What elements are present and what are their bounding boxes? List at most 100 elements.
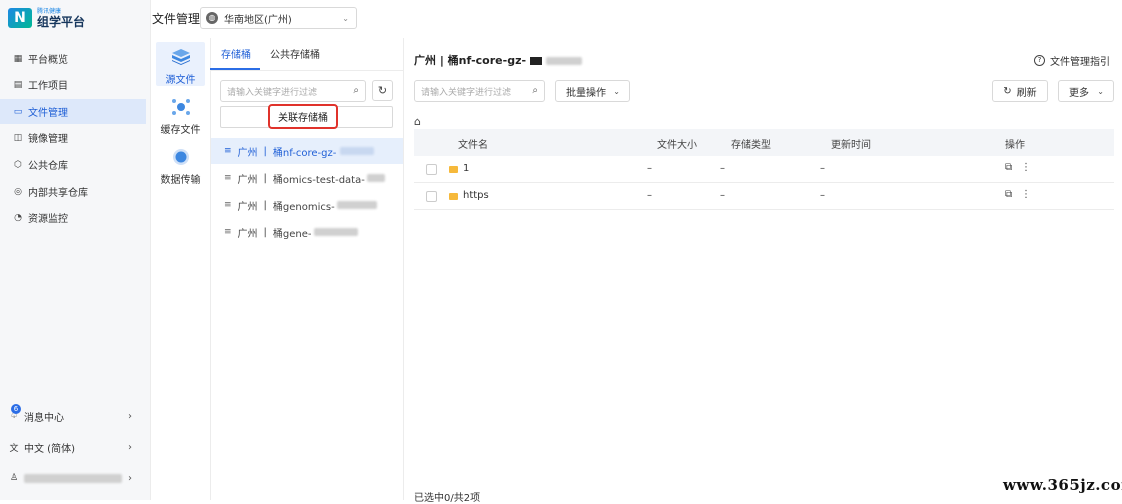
bucket-item[interactable]: ≡ 广州 | 桶genomics- [211,192,403,218]
user-account[interactable]: ♙ › [0,467,146,489]
translate-icon: 文 [9,443,19,454]
nav-cache-files[interactable]: 缓存文件 [156,92,205,136]
separator: | [263,145,267,157]
bucket-region: 广州 [237,228,258,240]
folder-icon: ▭ [13,106,23,117]
nav-data-transfer[interactable]: 数据传输 [156,142,205,186]
refresh-label: 刷新 [1016,87,1037,99]
sidebar-item-images[interactable]: ◫ 镜像管理 [0,125,146,150]
image-icon: ◫ [13,132,23,143]
more-vertical-icon[interactable]: ⋮ [1021,189,1031,200]
cache-files-icon [171,99,190,115]
sidebar-item-label: 内部共享仓库 [28,188,88,199]
bucket-search-placeholder: 请输入关键字进行过滤 [227,87,318,98]
message-center[interactable]: ♤ 消息中心 › [0,405,146,427]
bucket-region: 广州 [237,201,258,213]
sidebar-item-label: 公共仓库 [28,161,68,172]
breadcrumb-text: 广州 | 桶nf-core-gz- [414,54,527,67]
file-name[interactable]: https [463,190,489,201]
home-icon[interactable]: ⌂ [414,115,421,128]
copy-icon[interactable]: ⧉ [1005,189,1012,200]
user-icon: ♙ [9,473,19,483]
bucket-name: 桶omics-test-data- [272,174,365,186]
help-icon: ? [1034,55,1045,66]
batch-actions-label: 批量操作 [566,87,606,99]
sidebar-item-label: 文件管理 [28,108,68,119]
tab-public-buckets[interactable]: 公共存储桶 [270,46,320,61]
file-name[interactable]: 1 [463,163,469,174]
sidebar-item-internal-repo[interactable]: ◎ 内部共享仓库 [0,179,146,204]
database-icon: ≡ [224,200,232,210]
file-search-input[interactable]: 请输入关键字进行过滤 ⌕ [414,80,545,102]
batch-actions-dropdown[interactable]: 批量操作 ⌄ [555,80,630,102]
chevron-down-icon: ⌄ [613,86,620,96]
watermark: www.365jz.com [1003,476,1122,494]
database-icon: ≡ [224,173,232,183]
sidebar-item-overview[interactable]: ▦ 平台概览 [0,46,146,71]
refresh-icon: ↻ [377,84,388,97]
breadcrumb: 广州 | 桶nf-core-gz- [414,52,583,68]
bucket-refresh-button[interactable]: ↻ [372,80,393,101]
link-bucket-button[interactable]: 关联存储桶 [268,104,338,129]
row-checkbox[interactable] [426,191,437,202]
sidebar-item-files[interactable]: ▭ 文件管理 [0,99,146,124]
chevron-right-icon: › [128,410,132,422]
more-label: 更多 [1069,87,1089,99]
username-redacted [24,473,122,483]
region-select[interactable]: ◍ 华南地区(广州) ⌄ [200,7,357,29]
logo[interactable]: N 腾讯健康 组学平台 [8,8,108,30]
file-guide-label: 文件管理指引 [1050,57,1110,68]
redacted [366,174,385,182]
redacted [340,147,375,155]
source-files-icon [171,49,190,65]
refresh-icon: ↻ [1003,85,1012,97]
grid-icon: ▦ [13,53,23,64]
col-filesize: 文件大小 [657,140,697,151]
monitor-icon: ◔ [14,212,22,223]
chevron-down-icon: ⌄ [1097,86,1104,96]
separator: | [263,172,267,184]
bucket-search-input[interactable]: 请输入关键字进行过滤 ⌕ [220,80,366,102]
nav-source-files[interactable]: 源文件 [156,42,205,86]
file-guide-link[interactable]: ? 文件管理指引 [1034,53,1110,68]
chevron-down-icon: ⌄ [342,13,349,23]
message-center-label: 消息中心 [24,412,64,424]
col-filename: 文件名 [458,140,488,151]
table-row[interactable]: https – – – ⧉ ⋮ [414,183,1114,210]
file-size: – [647,163,652,174]
bucket-item[interactable]: ≡ 广州 | 桶gene- [211,219,403,245]
col-actions: 操作 [1005,140,1025,151]
folder-icon [449,166,458,173]
message-badge: 6 [11,404,21,414]
sidebar-item-monitor[interactable]: ◔ 资源监控 [0,205,146,230]
share-icon: ◎ [14,186,22,197]
tab-buckets[interactable]: 存储桶 [221,46,251,61]
bucket-item[interactable]: ≡ 广州 | 桶nf-core-gz- [211,138,403,164]
tab-divider [210,70,404,71]
redacted [336,201,377,209]
storage-type: – [720,163,725,174]
calendar-icon: ▤ [13,79,23,90]
more-dropdown[interactable]: 更多 ⌄ [1058,80,1114,102]
nav-data-transfer-label: 数据传输 [160,175,201,186]
sidebar-item-label: 工作项目 [28,81,68,92]
copy-icon[interactable]: ⧉ [1005,162,1012,173]
table-row[interactable]: 1 – – – ⧉ ⋮ [414,156,1114,183]
logo-mark: N [8,8,32,28]
database-icon: ≡ [224,227,232,237]
row-checkbox[interactable] [426,164,437,175]
redacted [546,57,583,65]
nav-source-files-label: 源文件 [165,75,196,86]
more-vertical-icon[interactable]: ⋮ [1021,162,1031,173]
refresh-button[interactable]: ↻ 刷新 [992,80,1048,102]
sidebar-item-public-repo[interactable]: ⬡ 公共仓库 [0,152,146,177]
sidebar-item-label: 镜像管理 [28,134,68,145]
page-title: 文件管理 [152,12,201,26]
folder-icon [449,193,458,200]
language-switch[interactable]: 文中文 (简体) › [0,436,146,458]
redacted [530,57,543,65]
region-value: 华南地区(广州) [224,14,292,26]
sidebar-item-projects[interactable]: ▤ 工作项目 [0,72,146,97]
file-size: – [647,190,652,201]
bucket-item[interactable]: ≡ 广州 | 桶omics-test-data- [211,165,403,191]
